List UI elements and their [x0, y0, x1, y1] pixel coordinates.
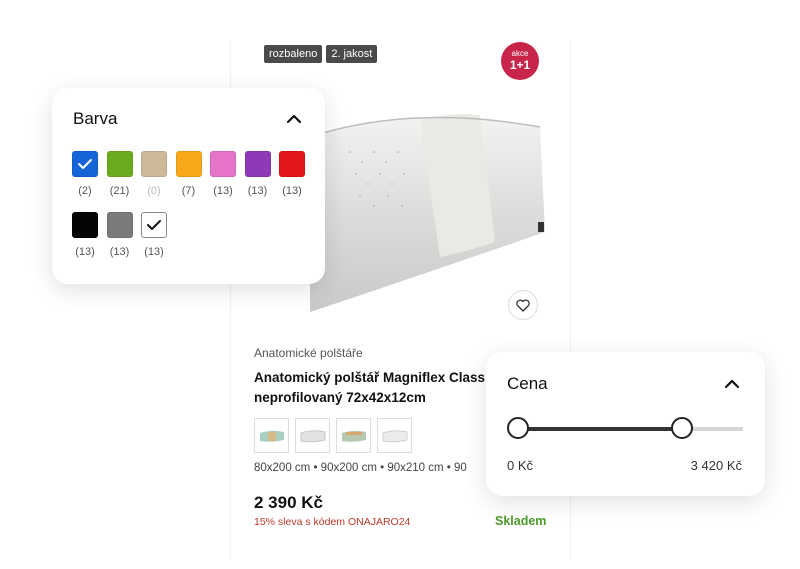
label-unpacked: rozbaleno	[264, 45, 323, 63]
color-swatch[interactable]	[141, 212, 167, 238]
pillow-thumbnail-icon	[382, 429, 407, 442]
heart-icon	[516, 298, 530, 312]
price-filter-title: Cena	[507, 374, 548, 393]
price-min-label: 0 Kč	[507, 458, 534, 473]
price-max-handle[interactable]	[671, 417, 694, 439]
color-swatch[interactable]	[106, 151, 133, 177]
color-swatch[interactable]	[141, 151, 167, 177]
color-swatch[interactable]	[72, 212, 98, 238]
color-swatch[interactable]	[72, 151, 98, 177]
color-count: (13)	[144, 246, 164, 258]
promo-badge: akce 1+1	[501, 42, 539, 80]
price-range-fill	[518, 427, 683, 431]
variant-thumbnail[interactable]	[254, 418, 289, 453]
price-max-label: 3 420 Kč	[690, 458, 742, 473]
promo-badge-line1: akce	[511, 49, 529, 58]
color-filter-title: Barva	[73, 109, 118, 128]
product-image[interactable]	[290, 82, 550, 322]
color-swatch[interactable]	[279, 151, 305, 177]
product-sizes: 80x200 cm • 90x200 cm • 90x210 cm • 90	[254, 462, 467, 474]
variant-thumbnails	[254, 418, 412, 453]
color-swatch[interactable]	[175, 151, 202, 177]
checkmark-icon	[78, 159, 92, 169]
stock-status: Skladem	[495, 514, 547, 528]
pillow-thumbnail-icon	[300, 429, 325, 442]
price-range-track[interactable]	[518, 427, 743, 431]
price-min-handle[interactable]	[507, 417, 529, 439]
product-price: 2 390 Kč	[254, 493, 323, 512]
pillow-thumbnail-icon	[259, 430, 284, 442]
variant-thumbnail[interactable]	[336, 418, 371, 453]
stage: rozbaleno 2. jakost akce 1+1 Anatomické …	[0, 0, 800, 569]
color-swatch[interactable]	[106, 212, 133, 238]
discount-code: 15% sleva s kódem ONAJARO24	[254, 516, 411, 528]
promo-badge-line2: 1+1	[509, 58, 531, 72]
product-labels: rozbaleno 2. jakost	[264, 45, 378, 63]
variant-thumbnail[interactable]	[295, 418, 330, 453]
color-swatch[interactable]	[210, 151, 236, 177]
price-filter-panel: Cena 0 Kč 3 420 Kč	[486, 352, 765, 496]
chevron-up-icon[interactable]	[723, 375, 741, 393]
pillow-thumbnail-icon	[341, 430, 366, 442]
label-second-quality: 2. jakost	[326, 45, 378, 63]
color-swatch[interactable]	[244, 151, 271, 177]
color-filter-panel: Barva (2) (21) (0) (7) (13) (13) (13) (13) (13)(…	[52, 88, 325, 284]
color-count: (13)	[282, 185, 302, 197]
wishlist-button[interactable]	[508, 290, 538, 320]
chevron-up-icon[interactable]	[285, 110, 303, 128]
checkmark-icon	[147, 220, 161, 230]
product-category[interactable]: Anatomické polštáře	[254, 346, 363, 360]
variant-thumbnail[interactable]	[377, 418, 412, 453]
